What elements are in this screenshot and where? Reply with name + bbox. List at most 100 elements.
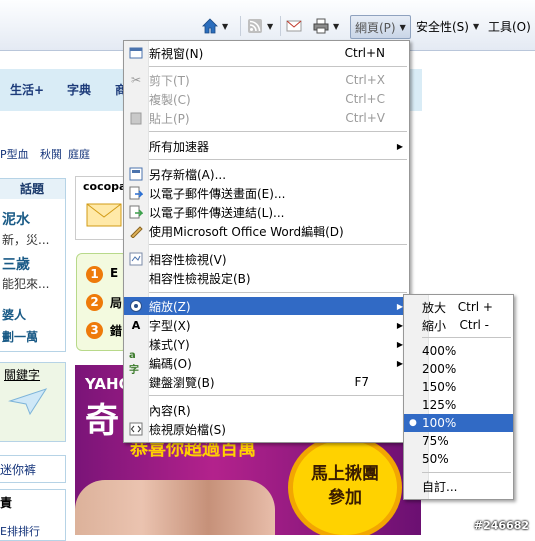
page-menu-label: 網頁(P) xyxy=(355,19,396,36)
menu-item-new-window[interactable]: 新視窗(N) Ctrl+N xyxy=(124,44,409,62)
menu-item-label: 50% xyxy=(422,452,449,466)
paste-icon xyxy=(129,111,143,125)
tools-menu-button[interactable]: 工具(O)▼ xyxy=(488,14,535,38)
menu-item-label: 相容性檢視(V) xyxy=(149,251,227,268)
menu-item-shortcut: Ctrl+V xyxy=(345,111,385,125)
menu-item-label: 100% xyxy=(422,416,456,430)
ranking-link[interactable]: E排排行 xyxy=(0,523,40,539)
email-page-icon xyxy=(129,186,143,200)
ad-cta-line: 馬上揪團 xyxy=(293,462,397,486)
submenu-arrow-icon: ▶ xyxy=(397,142,403,151)
menu-item-encoding[interactable]: a字 編碼(O) ▶ xyxy=(124,354,409,372)
ad-cta-circle[interactable]: 馬上揪團 參加 xyxy=(293,440,397,535)
topic-item[interactable]: 新，災... xyxy=(2,231,49,248)
menu-item-label: 125% xyxy=(422,398,456,412)
menu-item-zoom[interactable]: 縮放(Z) ▶ xyxy=(124,297,409,315)
email-link-icon xyxy=(129,205,143,219)
menu-item-shortcut: F7 xyxy=(354,375,369,389)
zoom-out-item[interactable]: 縮小 Ctrl - xyxy=(404,316,513,334)
zoom-submenu: 放大 Ctrl + 縮小 Ctrl - 400% 200% 150% 125% … xyxy=(403,294,514,500)
menu-item-shortcut: Ctrl - xyxy=(460,318,490,332)
encoding-icon: a字 xyxy=(129,356,143,370)
menu-item-save-as[interactable]: 另存新檔(A)... xyxy=(124,165,409,183)
mail-icon xyxy=(286,18,302,34)
zoom-100-item[interactable]: ● 100% xyxy=(404,414,513,432)
zoom-75-item[interactable]: 75% xyxy=(404,432,513,450)
zoom-custom-item[interactable]: 自訂... xyxy=(404,477,513,495)
menu-item-label: 複製(C) xyxy=(149,91,191,108)
topic-item[interactable]: 能犯來... xyxy=(2,275,49,292)
menu-item-label: 放大 xyxy=(422,299,446,316)
menu-item-style[interactable]: 樣式(Y) ▶ xyxy=(124,335,409,353)
safety-menu-button[interactable]: 安全性(S)▼ xyxy=(416,14,479,38)
menu-item-label: 鍵盤瀏覽(B) xyxy=(149,374,215,391)
zoom-in-item[interactable]: 放大 Ctrl + xyxy=(404,298,513,316)
menu-item-cut[interactable]: ✂ 剪下(T) Ctrl+X xyxy=(124,71,409,89)
step-text: 錯 xyxy=(110,322,122,339)
step-text: E xyxy=(110,266,118,280)
menu-item-edit-in-word[interactable]: 使用Microsoft Office Word編輯(D) xyxy=(124,222,409,240)
nav-tab[interactable]: 生活+ xyxy=(10,81,44,98)
menu-item-email-page[interactable]: 以電子郵件傳送畫面(E)... xyxy=(124,184,409,202)
printer-icon xyxy=(313,18,329,34)
envelope-icon xyxy=(86,201,122,229)
zoom-icon xyxy=(129,299,143,313)
topic-item[interactable]: 劃一萬 xyxy=(2,328,38,345)
save-icon xyxy=(129,167,143,181)
skirt-link[interactable]: 迷你裤 xyxy=(0,461,36,478)
menu-item-accelerators[interactable]: 所有加速器 ▶ xyxy=(124,137,409,155)
home-icon xyxy=(202,18,218,34)
menu-item-properties[interactable]: 內容(R) xyxy=(124,401,409,419)
menu-item-compat-settings[interactable]: 相容性檢視設定(B) xyxy=(124,269,409,287)
menu-item-label: 檢視原始檔(S) xyxy=(149,421,226,438)
chevron-down-icon: ▼ xyxy=(267,22,273,31)
feeds-button[interactable]: ▼ xyxy=(247,14,273,38)
menu-item-label: 使用Microsoft Office Word編輯(D) xyxy=(149,223,344,240)
ad-cta-line: 參加 xyxy=(293,486,397,510)
menu-item-copy[interactable]: 複製(C) Ctrl+C xyxy=(124,90,409,108)
nav-tab[interactable]: 字典 xyxy=(67,81,91,98)
topic-item[interactable]: 婆人 xyxy=(2,306,26,323)
topic-item[interactable]: 泥水 xyxy=(2,209,30,229)
menu-item-label: 另存新檔(A)... xyxy=(149,166,226,183)
zoom-200-item[interactable]: 200% xyxy=(404,360,513,378)
menu-item-caret-browsing[interactable]: 鍵盤瀏覽(B) F7 xyxy=(124,373,409,391)
paper-plane-icon xyxy=(8,386,48,416)
chevron-down-icon: ▼ xyxy=(400,23,406,32)
menu-item-paste[interactable]: 貼上(P) Ctrl+V xyxy=(124,109,409,127)
zoom-150-item[interactable]: 150% xyxy=(404,378,513,396)
menu-item-text-size[interactable]: A 字型(X) ▶ xyxy=(124,316,409,334)
print-button[interactable]: ▼ xyxy=(313,14,339,38)
topic-item[interactable]: 三歲 xyxy=(2,254,30,274)
ad-people-image xyxy=(75,480,275,535)
category-link[interactable]: P型血 xyxy=(0,146,29,162)
home-button[interactable]: ▼ xyxy=(202,14,228,38)
menu-item-shortcut: Ctrl + xyxy=(458,300,493,314)
menu-item-label: 樣式(Y) xyxy=(149,336,190,353)
category-link[interactable]: 庭庭 xyxy=(68,146,90,162)
menu-item-label: 縮放(Z) xyxy=(149,298,191,315)
menu-item-shortcut: Ctrl+C xyxy=(345,92,385,106)
zoom-50-item[interactable]: 50% xyxy=(404,450,513,468)
menu-item-email-link[interactable]: 以電子郵件傳送連結(L)... xyxy=(124,203,409,221)
read-mail-button[interactable] xyxy=(286,14,302,38)
menu-item-label: 縮小 xyxy=(422,317,446,334)
cocopa-label: cocopa xyxy=(83,180,126,193)
zoom-125-item[interactable]: 125% xyxy=(404,396,513,414)
text-size-icon: A xyxy=(129,318,143,332)
topics-header: 話題 xyxy=(0,179,65,199)
watermark: #246682 xyxy=(474,519,529,532)
menu-item-compat-view[interactable]: 相容性檢視(V) xyxy=(124,250,409,268)
menu-item-label: 200% xyxy=(422,362,456,376)
menu-item-view-source[interactable]: 檢視原始檔(S) xyxy=(124,420,409,438)
menu-item-label: 字型(X) xyxy=(149,317,191,334)
zoom-400-item[interactable]: 400% xyxy=(404,342,513,360)
page-menu-button[interactable]: 網頁(P) ▼ xyxy=(350,15,411,39)
menu-item-label: 400% xyxy=(422,344,456,358)
step-badge: 1 xyxy=(86,266,103,283)
category-link[interactable]: 秋鬨 xyxy=(40,146,62,162)
menu-item-label: 剪下(T) xyxy=(149,72,190,89)
tools-menu-label: 工具(O) xyxy=(488,18,531,35)
keyword-label[interactable]: 關鍵字 xyxy=(4,366,40,383)
safety-menu-label: 安全性(S) xyxy=(416,18,469,35)
